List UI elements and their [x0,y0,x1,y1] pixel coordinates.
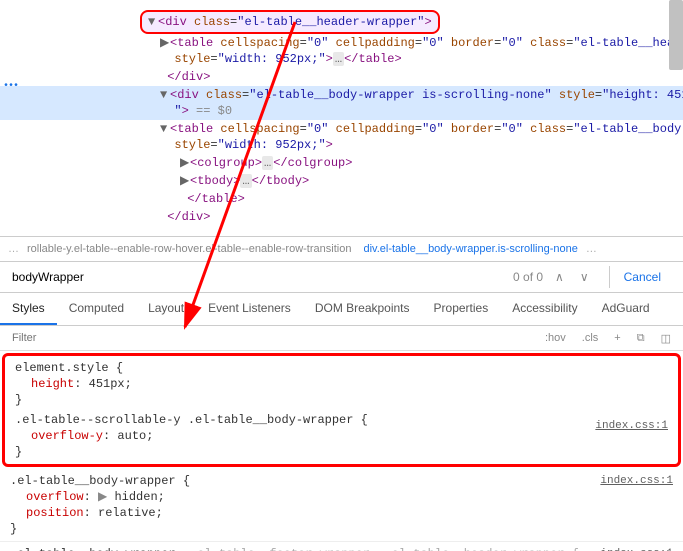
search-input[interactable] [8,266,505,288]
search-prev-icon[interactable]: ∧ [551,270,568,284]
dom-node-body-wrapper-selected[interactable]: ▼<div class="el-table__body-wrapper is-s… [0,86,683,120]
dom-node-close-div[interactable]: </div> [140,68,683,86]
css-rule[interactable]: index.css:1 .el-table__body-wrapper { ov… [0,469,683,542]
tab-dom-breakpoints[interactable]: DOM Breakpoints [303,293,422,325]
css-source-link[interactable]: index.css:1 [600,546,673,551]
css-selector[interactable]: element.style { [15,360,668,376]
tab-accessibility[interactable]: Accessibility [500,293,589,325]
dom-node-close-table[interactable]: </table> [140,190,683,208]
css-close-brace: } [15,444,668,460]
dom-tree-panel[interactable]: ••• ▼<div class="el-table__header-wrappe… [0,0,683,236]
sidebar-toggle-icon[interactable]: ◫ [657,330,675,347]
dom-node-colgroup[interactable]: ▶<colgroup>…</colgroup> [140,154,683,172]
breadcrumb-bar: … rollable-y.el-table--enable-row-hover.… [0,236,683,262]
overflow-ellipsis-icon: ••• [3,79,18,95]
expand-triangle-icon[interactable]: ▶ [98,490,107,504]
search-count: 0 of 0 [513,270,543,284]
css-property[interactable]: overflow: ▶ hidden; [10,489,673,505]
css-source-link[interactable]: index.css:1 [595,418,668,434]
tab-properties[interactable]: Properties [422,293,501,325]
css-source-link[interactable]: index.css:1 [600,473,673,489]
expand-triangle-icon[interactable]: ▼ [148,14,158,30]
tab-layout[interactable]: Layout [136,293,196,325]
css-selector[interactable]: .el-table__body-wrapper, .el-table__foot… [10,546,673,551]
tab-adguard[interactable]: AdGuard [590,293,662,325]
tab-event-listeners[interactable]: Event Listeners [196,293,303,325]
css-property[interactable]: height: 451px; [15,376,668,392]
styles-filter-input[interactable] [8,328,533,348]
scrollbar-thumb[interactable] [669,0,683,70]
expand-triangle-icon[interactable]: ▼ [160,121,170,137]
hov-toggle[interactable]: :hov [541,330,570,346]
expand-triangle-icon[interactable]: ▼ [160,87,170,103]
css-selector[interactable]: .el-table--scrollable-y .el-table__body-… [15,412,668,428]
dom-node-tbody[interactable]: ▶<tbody>…</tbody> [140,172,683,190]
breadcrumb-overflow[interactable]: … [8,243,19,255]
styles-filter-bar: :hov .cls + ⧉ ◫ [0,326,683,351]
css-property[interactable]: position: relative; [10,505,673,521]
cls-toggle[interactable]: .cls [578,330,603,346]
computed-toggle-icon[interactable]: ⧉ [633,330,649,347]
css-selector[interactable]: .el-table__body-wrapper { [10,473,673,489]
breadcrumb-overflow[interactable]: … [586,243,597,255]
css-close-brace: } [10,521,673,537]
search-bar: 0 of 0 ∧ ∨ Cancel [0,262,683,293]
breadcrumb-item[interactable]: rollable-y.el-table--enable-row-hover.el… [23,241,355,257]
dom-node-table-body[interactable]: ▼<table cellspacing="0" cellpadding="0" … [140,120,683,154]
css-rule[interactable]: index.css:1 .el-table__body-wrapper, .el… [0,542,683,551]
search-cancel-button[interactable]: Cancel [609,266,675,288]
dom-node-header-wrapper[interactable]: ▼<div class="el-table__header-wrapper"> [140,10,440,34]
tab-computed[interactable]: Computed [57,293,136,325]
expand-triangle-icon[interactable]: ▶ [180,173,190,189]
search-next-icon[interactable]: ∨ [576,270,593,284]
dom-node-close-div2[interactable]: </div> [140,208,683,226]
css-rule-boxed[interactable]: element.style { height: 451px; } .el-tab… [2,353,681,467]
css-close-brace: } [15,392,668,408]
tab-styles[interactable]: Styles [0,293,57,325]
dom-node-table-header[interactable]: ▶<table cellspacing="0" cellpadding="0" … [140,34,683,68]
ellipsis-icon[interactable]: … [333,52,344,66]
ellipsis-icon[interactable]: … [240,174,251,188]
new-rule-icon[interactable]: + [610,330,624,346]
css-property[interactable]: overflow-y: auto; [15,428,668,444]
panel-tabs: Styles Computed Layout Event Listeners D… [0,293,683,326]
breadcrumb-item-active[interactable]: div.el-table__body-wrapper.is-scrolling-… [359,241,581,257]
expand-triangle-icon[interactable]: ▶ [180,155,190,171]
expand-triangle-icon[interactable]: ▶ [160,35,170,51]
styles-pane[interactable]: element.style { height: 451px; } .el-tab… [0,351,683,551]
ellipsis-icon[interactable]: … [262,156,273,170]
